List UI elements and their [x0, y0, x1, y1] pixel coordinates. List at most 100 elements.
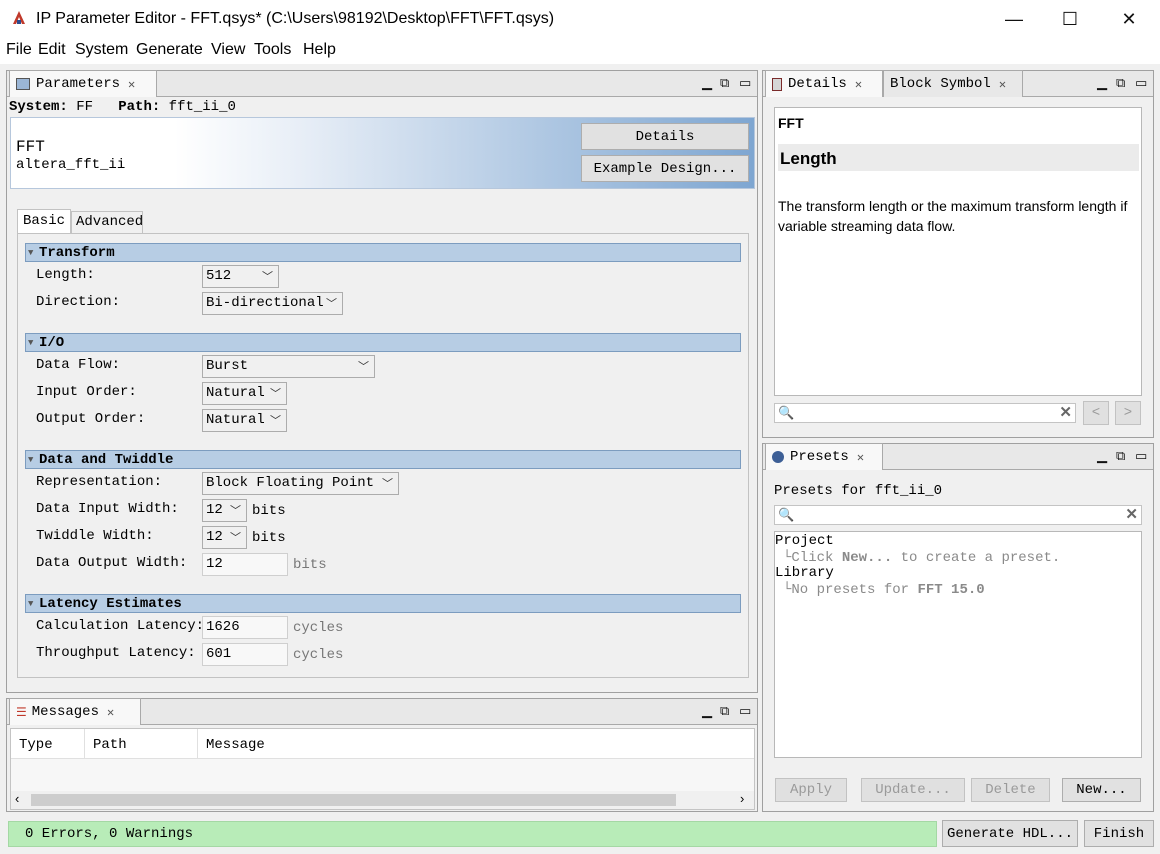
- tab-basic[interactable]: Basic: [17, 209, 71, 234]
- column-divider: [84, 729, 85, 759]
- menu-tools[interactable]: Tools: [254, 41, 291, 59]
- chevron-down-icon: ﹀: [230, 504, 241, 517]
- restore-panel-icon[interactable]: ⧉: [1116, 77, 1125, 91]
- data-output-width-field[interactable]: 12: [202, 553, 288, 576]
- restore-panel-icon[interactable]: ⧉: [720, 705, 729, 719]
- details-content: FFT Length The transform length or the m…: [774, 107, 1142, 396]
- horizontal-scrollbar[interactable]: ‹ ›: [11, 791, 754, 809]
- search-icon: 🔍: [778, 405, 795, 420]
- scroll-right-icon[interactable]: ›: [740, 791, 744, 806]
- scrollbar-thumb[interactable]: [31, 794, 676, 806]
- tab-presets[interactable]: Presets ✕: [765, 443, 883, 470]
- maximize-button[interactable]: ☐: [1041, 0, 1099, 38]
- presets-search-input[interactable]: 🔍 ✕: [774, 505, 1142, 525]
- details-heading: Length: [778, 144, 1139, 171]
- new-preset-button[interactable]: New...: [1062, 778, 1141, 802]
- column-type[interactable]: Type: [19, 737, 53, 753]
- maximize-panel-icon[interactable]: ▭: [739, 77, 751, 91]
- restore-panel-icon[interactable]: ⧉: [720, 77, 729, 91]
- maximize-panel-icon[interactable]: ▭: [739, 705, 751, 719]
- status-message: 0 Errors, 0 Warnings: [8, 821, 937, 847]
- collapse-icon: ▼: [28, 248, 34, 258]
- presets-panel: Presets ✕ ▁ ⧉ ▭ Presets for fft_ii_0 🔍 ✕…: [762, 443, 1154, 812]
- throughput-latency-field[interactable]: 601: [202, 643, 288, 666]
- maximize-panel-icon[interactable]: ▭: [1135, 77, 1147, 91]
- minimize-panel-icon[interactable]: ▁: [1097, 77, 1107, 91]
- input-order-select[interactable]: Natural ﹀: [202, 382, 287, 405]
- chevron-down-icon: ﹀: [270, 387, 281, 400]
- close-tab-icon[interactable]: ✕: [857, 450, 864, 465]
- close-tab-icon[interactable]: ✕: [855, 77, 862, 92]
- library-hint: └No presets for FFT 15.0: [783, 582, 985, 598]
- delete-button[interactable]: Delete: [971, 778, 1050, 802]
- details-icon: [772, 77, 782, 91]
- presets-tab-header: Presets ✕ ▁ ⧉ ▭: [763, 443, 1153, 470]
- maximize-panel-icon[interactable]: ▭: [1135, 450, 1147, 464]
- close-tab-icon[interactable]: ✕: [128, 77, 135, 92]
- chevron-down-icon: ﹀: [262, 270, 273, 283]
- close-tab-icon[interactable]: ✕: [107, 705, 114, 720]
- data-input-width-label: Data Input Width:: [36, 501, 179, 517]
- section-latency-estimates[interactable]: ▼ Latency Estimates: [25, 594, 741, 613]
- apply-button[interactable]: Apply: [775, 778, 847, 802]
- bits-unit: bits: [252, 503, 286, 519]
- quartus-app-icon: [13, 11, 25, 24]
- section-transform[interactable]: ▼ Transform: [25, 243, 741, 262]
- tree-node-project[interactable]: Project: [775, 533, 834, 549]
- representation-select[interactable]: Block Floating Point ﹀: [202, 472, 399, 495]
- component-id: altera_fft_ii: [16, 157, 126, 173]
- menu-edit[interactable]: Edit: [38, 41, 66, 59]
- direction-select[interactable]: Bi-directional ﹀: [202, 292, 343, 315]
- data-flow-select[interactable]: Burst ﹀: [202, 355, 375, 378]
- bits-unit: bits: [252, 530, 286, 546]
- next-button[interactable]: >: [1115, 401, 1141, 425]
- minimize-panel-icon[interactable]: ▁: [702, 77, 712, 91]
- details-button[interactable]: Details: [581, 123, 749, 150]
- system-path-line: System: FF Path: fft_ii_0: [9, 99, 236, 115]
- column-path[interactable]: Path: [93, 737, 127, 753]
- length-select[interactable]: 512 ﹀: [202, 265, 279, 288]
- minimize-button[interactable]: —: [985, 0, 1043, 38]
- data-input-width-select[interactable]: 12 ﹀: [202, 499, 247, 522]
- example-design-button[interactable]: Example Design...: [581, 155, 749, 182]
- tab-block-symbol[interactable]: Block Symbol ✕: [883, 70, 1023, 97]
- column-message[interactable]: Message: [206, 737, 265, 753]
- menu-system[interactable]: System: [75, 41, 128, 59]
- scroll-left-icon[interactable]: ‹: [15, 791, 19, 806]
- menu-generate[interactable]: Generate: [136, 41, 203, 59]
- twiddle-width-select[interactable]: 12 ﹀: [202, 526, 247, 549]
- restore-panel-icon[interactable]: ⧉: [1116, 450, 1125, 464]
- messages-icon: ☰: [16, 705, 27, 720]
- collapse-icon: ▼: [28, 455, 34, 465]
- presets-header: Presets for fft_ii_0: [774, 483, 943, 499]
- tab-messages[interactable]: ☰ Messages ✕: [9, 698, 141, 725]
- clear-search-icon[interactable]: ✕: [1125, 505, 1138, 523]
- close-tab-icon[interactable]: ✕: [999, 77, 1006, 92]
- menu-view[interactable]: View: [211, 41, 245, 59]
- details-panel: Details ✕ Block Symbol ✕ ▁ ⧉ ▭ FFT Lengt…: [762, 70, 1154, 438]
- tab-parameters[interactable]: Parameters ✕: [9, 70, 157, 97]
- output-order-select[interactable]: Natural ﹀: [202, 409, 287, 432]
- tab-advanced[interactable]: Advanced: [71, 211, 143, 233]
- update-button[interactable]: Update...: [861, 778, 965, 802]
- details-search-input[interactable]: 🔍 ✕: [774, 403, 1076, 423]
- chevron-down-icon: ﹀: [358, 360, 369, 373]
- minimize-panel-icon[interactable]: ▁: [702, 705, 712, 719]
- section-data-twiddle[interactable]: ▼ Data and Twiddle: [25, 450, 741, 469]
- parameters-icon: [16, 78, 30, 90]
- minimize-panel-icon[interactable]: ▁: [1097, 450, 1107, 464]
- previous-button[interactable]: <: [1083, 401, 1109, 425]
- tree-node-library[interactable]: Library: [775, 565, 834, 581]
- finish-button[interactable]: Finish: [1084, 820, 1154, 847]
- calculation-latency-field[interactable]: 1626: [202, 616, 288, 639]
- representation-label: Representation:: [36, 474, 163, 490]
- tab-details[interactable]: Details ✕: [765, 70, 883, 97]
- generate-hdl-button[interactable]: Generate HDL...: [942, 820, 1078, 847]
- menu-file[interactable]: File: [6, 41, 32, 59]
- messages-table: Type Path Message ‹ ›: [10, 728, 755, 810]
- menu-help[interactable]: Help: [303, 41, 336, 59]
- clear-search-icon[interactable]: ✕: [1059, 403, 1072, 421]
- close-button[interactable]: ✕: [1100, 0, 1158, 38]
- section-io[interactable]: ▼ I/O: [25, 333, 741, 352]
- column-divider: [197, 729, 198, 759]
